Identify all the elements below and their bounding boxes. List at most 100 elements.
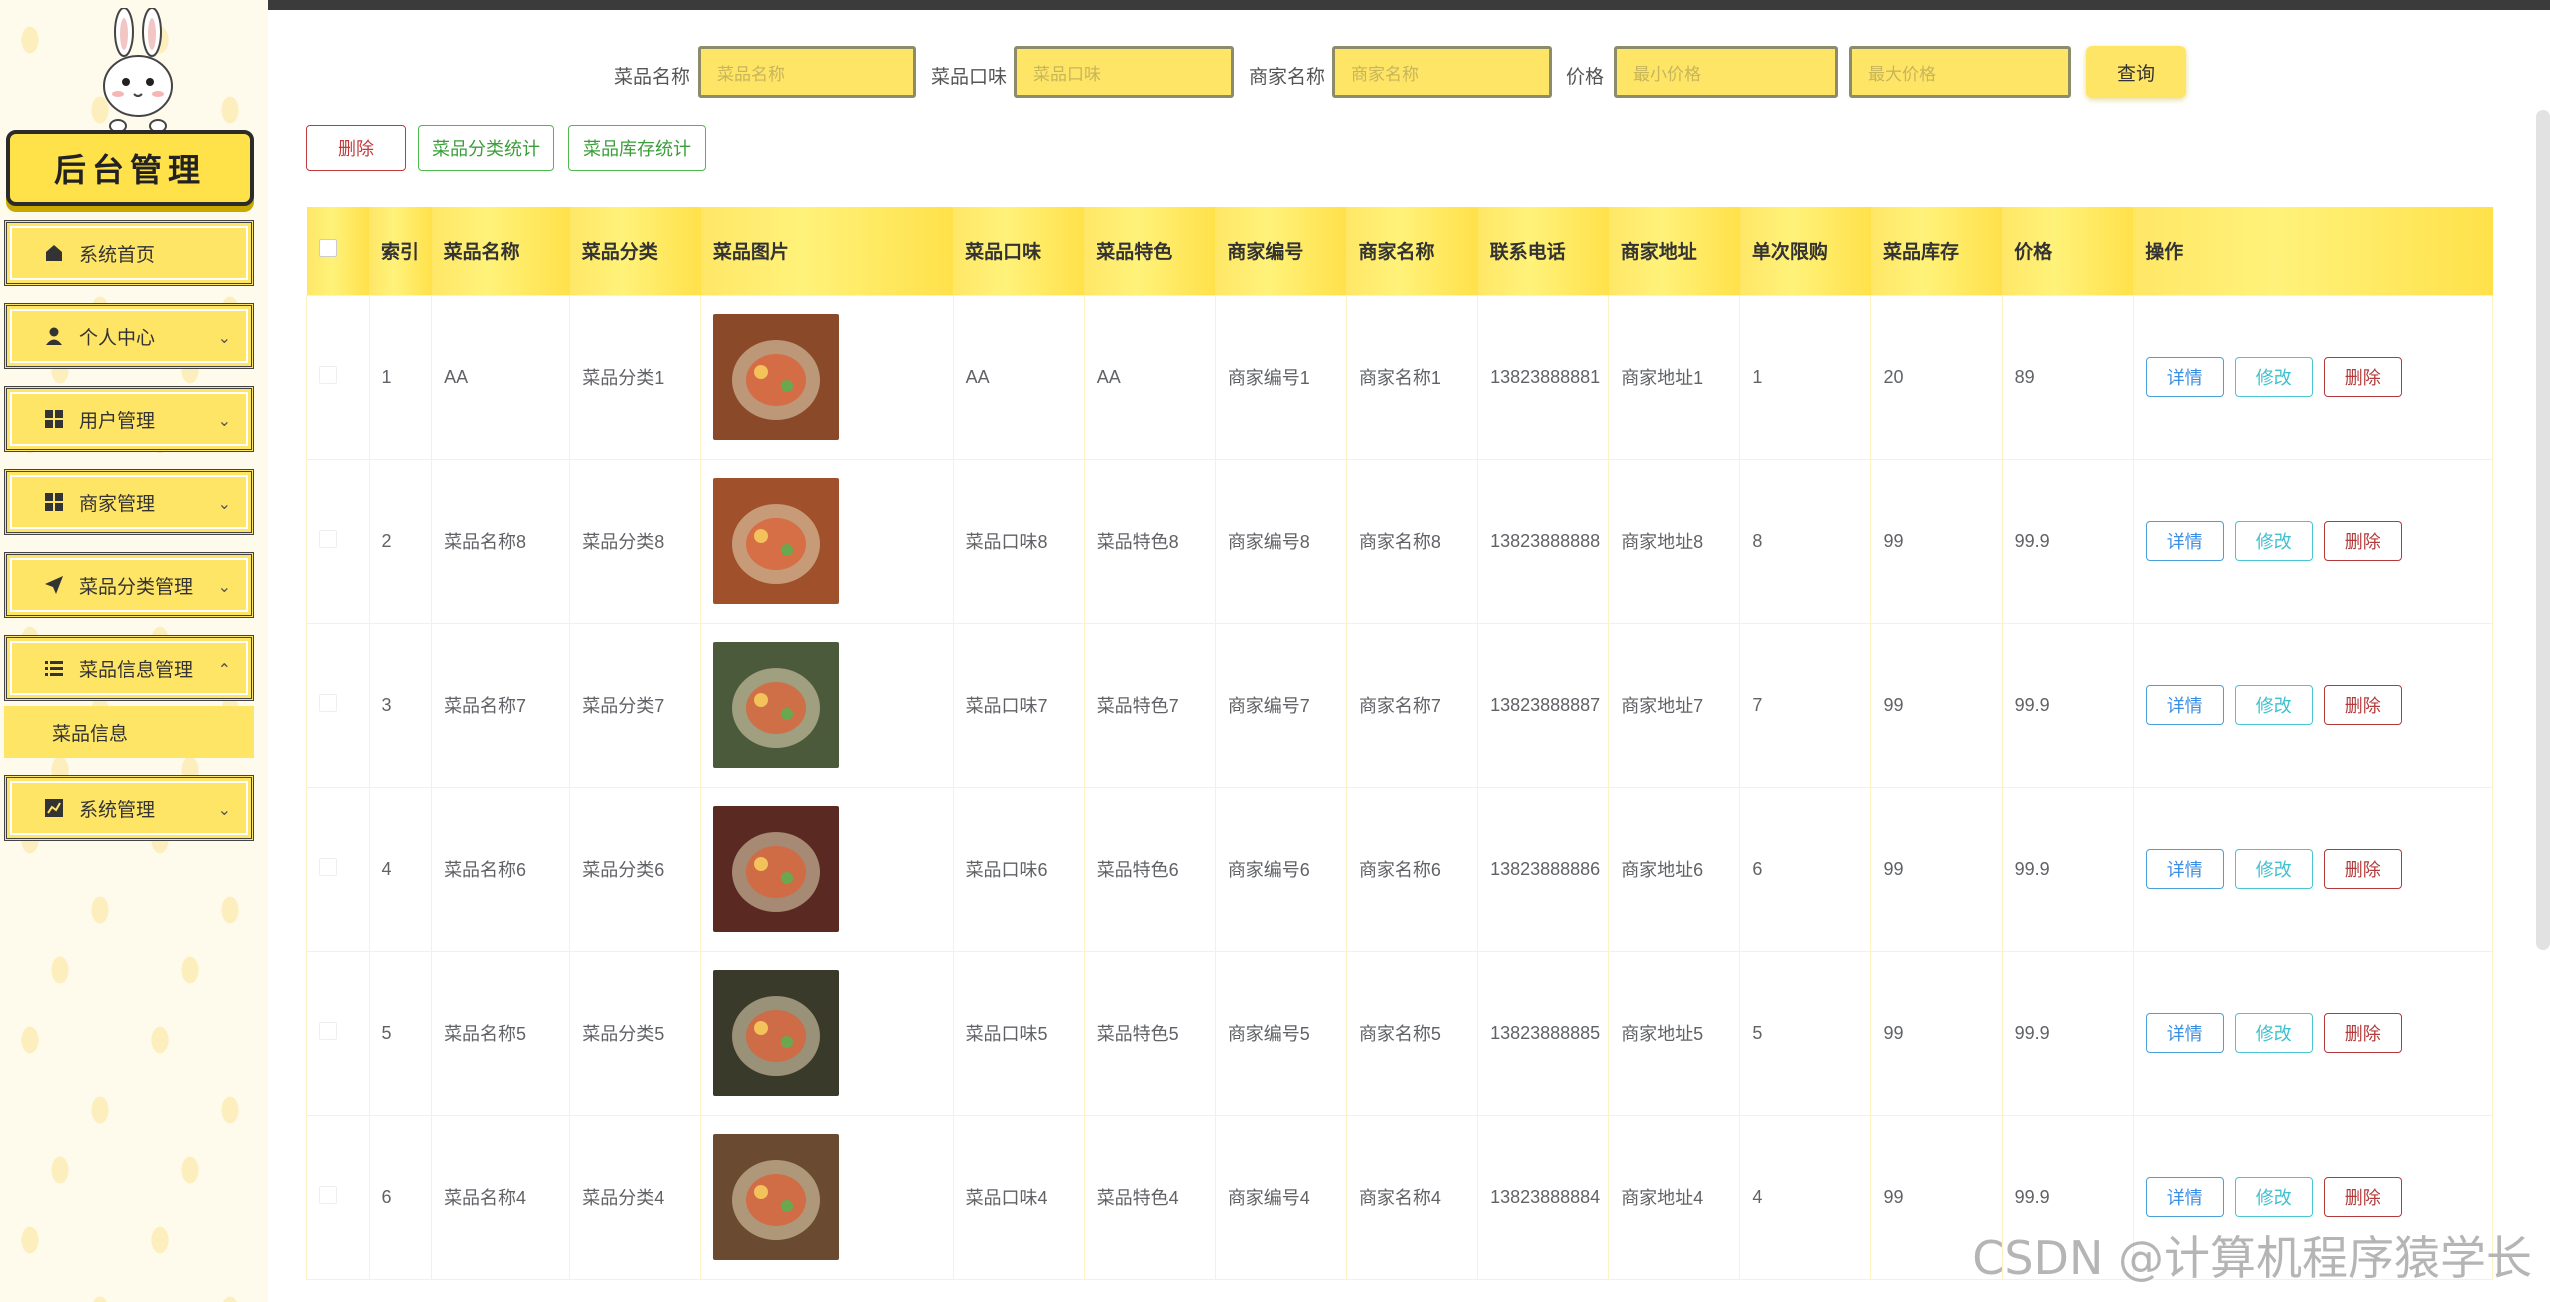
detail-button[interactable]: 详情 (2145, 357, 2224, 397)
sidebar-item-profile[interactable]: 个人中心 ⌄ (4, 303, 254, 369)
sidebar-item-merchants[interactable]: 商家管理 ⌄ (4, 469, 254, 535)
column-header: 联系电话 (1477, 207, 1609, 295)
sidebar-item-home[interactable]: 系统首页 (4, 220, 254, 286)
merchant-no-cell: 商家编号5 (1214, 950, 1347, 1116)
column-header: 价格 (2002, 207, 2134, 295)
bulk-delete-button[interactable]: 删除 (306, 125, 406, 171)
delete-button[interactable]: 删除 (2323, 521, 2402, 561)
chevron-down-icon: ⌄ (217, 496, 231, 513)
dish-category-cell: 菜品分类7 (569, 622, 702, 788)
price-min-input[interactable]: 最小价格 (1614, 46, 1838, 98)
sidebar-subitem-dish-info[interactable]: 菜品信息 (4, 706, 254, 758)
sidebar-item-dish-categories[interactable]: 菜品分类管理 ⌄ (4, 552, 254, 618)
dish-image-cell (700, 950, 954, 1116)
dish-taste-input[interactable]: 菜品口味 (1014, 46, 1234, 98)
edit-button[interactable]: 修改 (2234, 1013, 2313, 1053)
main-content: 菜品名称 菜品名称 菜品口味 菜品口味 商家名称 商家名称 价格 最小价格 最大… (268, 10, 2550, 1302)
row-index: 4 (368, 786, 433, 952)
detail-button[interactable]: 详情 (2145, 521, 2224, 561)
query-button[interactable]: 查询 (2086, 46, 2186, 98)
merchant-name-cell: 商家名称6 (1345, 786, 1479, 952)
detail-button[interactable]: 详情 (2145, 849, 2224, 889)
dish-taste-cell: 菜品口味4 (952, 1114, 1085, 1280)
column-header: 菜品口味 (953, 207, 1085, 295)
edit-button[interactable]: 修改 (2234, 357, 2313, 397)
price-cell: 99.9 (2001, 622, 2134, 788)
sidebar-item-users[interactable]: 用户管理 ⌄ (4, 386, 254, 452)
dish-image[interactable] (713, 314, 840, 440)
sidebar-item-label: 系统首页 (79, 244, 156, 266)
dish-name-cell: AA (431, 294, 571, 460)
sidebar-item-label: 个人中心 (79, 327, 156, 349)
delete-button[interactable]: 删除 (2323, 849, 2402, 889)
row-checkbox[interactable] (306, 294, 370, 460)
row-checkbox[interactable] (306, 1114, 370, 1280)
column-header: 商家名称 (1346, 207, 1478, 295)
delete-button[interactable]: 删除 (2323, 1013, 2402, 1053)
edit-button[interactable]: 修改 (2234, 521, 2313, 561)
row-checkbox[interactable] (306, 458, 370, 624)
edit-button[interactable]: 修改 (2234, 685, 2313, 725)
column-header: 菜品分类 (569, 207, 701, 295)
logo: 后台管理 (0, 0, 268, 210)
category-stats-button[interactable]: 菜品分类统计 (418, 125, 554, 171)
column-header: 菜品特色 (1084, 207, 1216, 295)
row-checkbox[interactable] (306, 622, 370, 788)
table-header-row: 索引 菜品名称 菜品分类 菜品图片 菜品口味 菜品特色 商家编号 商家名称 联系… (306, 207, 2493, 295)
sidebar-item-dish-info[interactable]: 菜品信息管理 ⌃ (4, 635, 254, 701)
column-header: 操作 (2133, 207, 2493, 295)
vertical-scrollbar[interactable] (2536, 110, 2550, 950)
edit-button[interactable]: 修改 (2234, 1177, 2313, 1217)
dish-name-cell: 菜品名称7 (431, 622, 571, 788)
row-checkbox[interactable] (306, 950, 370, 1116)
grid-icon (43, 408, 65, 430)
dish-feature-cell: 菜品特色4 (1083, 1114, 1216, 1280)
dish-image[interactable] (713, 1134, 840, 1260)
row-index: 6 (368, 1114, 433, 1280)
dish-image-cell (700, 294, 954, 460)
dish-image-cell (700, 622, 954, 788)
phone-cell: 13823888884 (1477, 1114, 1610, 1280)
detail-button[interactable]: 详情 (2145, 1177, 2224, 1217)
price-max-input[interactable]: 最大价格 (1849, 46, 2071, 98)
row-index: 2 (368, 458, 433, 624)
sidebar-item-label: 菜品信息管理 (79, 659, 194, 681)
merchant-address-cell: 商家地址5 (1608, 950, 1741, 1116)
sidebar-item-system[interactable]: 系统管理 ⌄ (4, 775, 254, 841)
phone-cell: 13823888887 (1477, 622, 1610, 788)
stock-cell: 99 (1870, 622, 2003, 788)
select-all-checkbox[interactable] (306, 207, 370, 295)
dish-taste-cell: 菜品口味5 (952, 950, 1085, 1116)
row-actions: 详情 修改 删除 (2132, 458, 2494, 624)
stock-stats-button[interactable]: 菜品库存统计 (568, 125, 706, 171)
dish-image[interactable] (713, 642, 840, 768)
dish-image[interactable] (713, 478, 840, 604)
dish-taste-cell: 菜品口味6 (952, 786, 1085, 952)
delete-button[interactable]: 删除 (2323, 685, 2402, 725)
user-icon (43, 325, 65, 347)
dish-taste-cell: AA (952, 294, 1085, 460)
dish-name-input[interactable]: 菜品名称 (698, 46, 916, 98)
dish-image[interactable] (713, 970, 840, 1096)
merchant-name-input[interactable]: 商家名称 (1332, 46, 1552, 98)
dish-image[interactable] (713, 806, 840, 932)
row-checkbox[interactable] (306, 786, 370, 952)
detail-button[interactable]: 详情 (2145, 685, 2224, 725)
send-icon (43, 574, 65, 596)
price-label: 价格 (1566, 67, 1605, 88)
sidebar-item-label: 菜品分类管理 (79, 576, 194, 598)
detail-button[interactable]: 详情 (2145, 1013, 2224, 1053)
home-icon (43, 242, 65, 264)
dish-taste-cell: 菜品口味7 (952, 622, 1085, 788)
purchase-limit-cell: 6 (1739, 786, 1872, 952)
stock-cell: 20 (1870, 294, 2003, 460)
merchant-address-cell: 商家地址1 (1608, 294, 1741, 460)
column-header: 商家编号 (1215, 207, 1347, 295)
edit-button[interactable]: 修改 (2234, 849, 2313, 889)
delete-button[interactable]: 删除 (2323, 357, 2402, 397)
column-header: 单次限购 (1739, 207, 1871, 295)
stock-cell: 99 (1870, 458, 2003, 624)
delete-button[interactable]: 删除 (2323, 1177, 2402, 1217)
row-actions: 详情 修改 删除 (2132, 786, 2494, 952)
chart-icon (43, 797, 65, 819)
